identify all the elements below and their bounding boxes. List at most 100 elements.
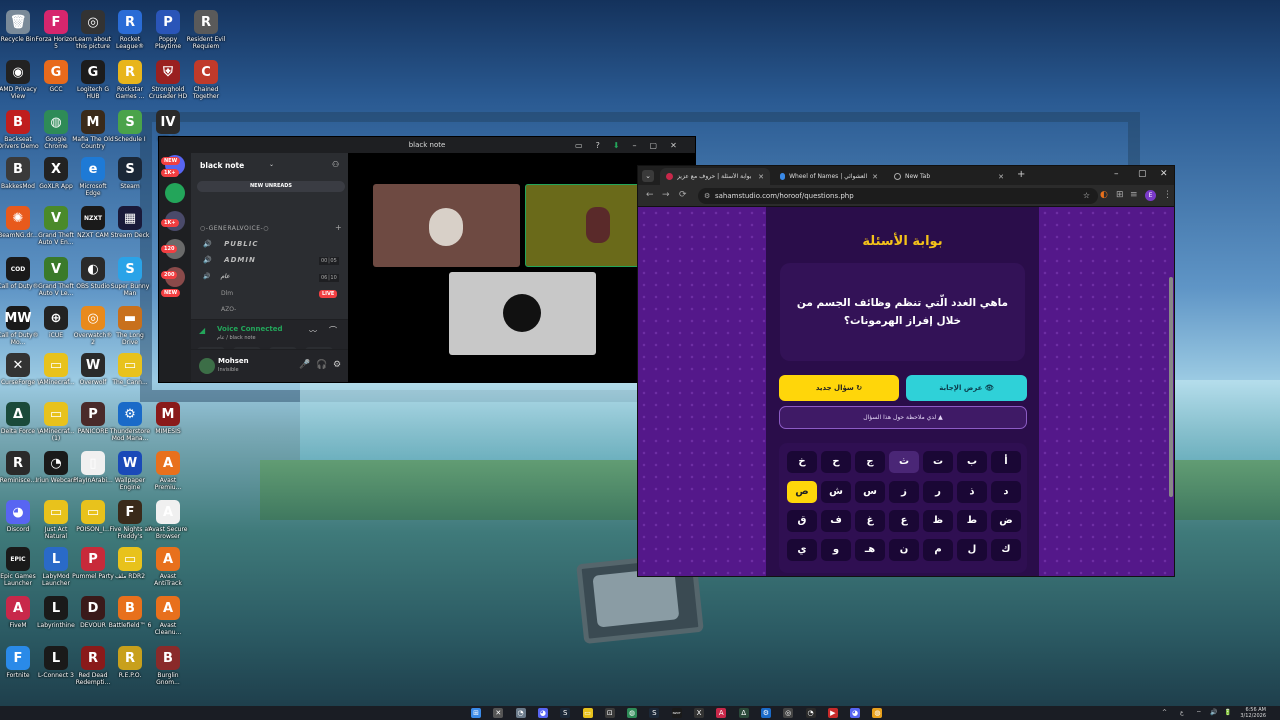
tab-new-tab[interactable]: New Tab ✕: [888, 168, 1010, 185]
taskbar-app-icon[interactable]: ⚙: [760, 708, 771, 718]
letter-key[interactable]: ت: [923, 451, 953, 473]
tab-wheel-of-names[interactable]: Wheel of Names | عجلة الاسم العشوائي ✕: [774, 168, 884, 185]
letter-key[interactable]: خ: [787, 451, 817, 473]
desktop-icon[interactable]: S Super Bunny Man: [111, 257, 149, 305]
desktop-icon[interactable]: F Five Nights at Freddy's: [109, 500, 151, 548]
desktop-icon[interactable]: B BakkesMod: [0, 157, 37, 205]
extensions-puzzle-icon[interactable]: ⊞: [1116, 190, 1124, 200]
desktop-icon[interactable]: A Avast Cleanu...: [149, 596, 187, 644]
desktop-icon[interactable]: EPIC Epic Games Launcher: [0, 547, 37, 595]
voice-user[interactable]: Dlm: [221, 290, 233, 297]
show-answer-button[interactable]: عرض الإجابة 👁: [906, 375, 1027, 401]
desktop-icon[interactable]: G Logitech G HUB: [74, 60, 112, 108]
taskbar-app-icon[interactable]: ◎: [783, 708, 794, 718]
taskbar-app-icon[interactable]: ◕: [537, 708, 548, 718]
letter-key[interactable]: ض: [991, 510, 1021, 532]
desktop-icon[interactable]: V Grand Theft Auto V Le...: [37, 257, 75, 305]
desktop-icon[interactable]: ◍ Google Chrome: [37, 110, 75, 158]
letter-key[interactable]: د: [991, 481, 1021, 503]
taskbar-app-icon[interactable]: S: [649, 708, 660, 718]
desktop-icon[interactable]: P Poppy Playtime: [149, 10, 187, 58]
voice-channel-path[interactable]: عام / black note: [217, 335, 256, 341]
new-question-button[interactable]: سؤال جديد ↻: [779, 375, 899, 401]
battery-icon[interactable]: 🔋: [1224, 709, 1231, 716]
browser-window[interactable]: ⌄ بوابة الأسئلة | حروف مع عزيز ✕ Wheel o…: [637, 165, 1175, 577]
desktop-icon[interactable]: 🗑 Recycle Bin: [0, 10, 37, 58]
keyboard-language-indicator[interactable]: ع: [1180, 709, 1184, 716]
username[interactable]: Mohsen: [218, 357, 249, 365]
desktop-icon[interactable]: ✕ CurseForge: [0, 353, 37, 401]
discord-window[interactable]: black note ▭ ? ⬇ – ▢ ✕ NEW 1K+ 1K+ 120 2…: [158, 136, 696, 383]
desktop-icon[interactable]: A Avast Secure Browser: [149, 500, 188, 548]
clock[interactable]: 6:56 AM 3/12/2026: [1240, 707, 1266, 719]
chevron-down-icon[interactable]: ⌄: [269, 161, 274, 168]
close-button[interactable]: ✕: [1160, 169, 1168, 179]
desktop-icon[interactable]: A Avast AntiTrack: [149, 547, 187, 595]
tray-overflow-icon[interactable]: ^: [1162, 709, 1167, 716]
letter-key[interactable]: ظ: [923, 510, 953, 532]
taskbar-app-icon[interactable]: A: [716, 708, 727, 718]
taskbar-app-icon[interactable]: ◍: [872, 708, 883, 718]
desktop-icon[interactable]: F Forza Horizon 5: [35, 10, 77, 58]
desktop-icon[interactable]: ▭ ملف RDR2: [111, 547, 149, 595]
desktop-icon[interactable]: S Steam: [111, 157, 149, 205]
download-icon[interactable]: ⬇: [613, 141, 620, 150]
new-unreads-button[interactable]: NEW UNREADS: [197, 181, 345, 192]
taskbar-app-icon[interactable]: ◕: [850, 708, 861, 718]
voice-status[interactable]: Voice Connected: [217, 325, 283, 333]
desktop-icon[interactable]: ▭ Just Act Natural: [37, 500, 75, 548]
desktop-icon[interactable]: ▯ PlayInArabi...: [73, 451, 113, 499]
sidebar-icon[interactable]: ≡: [1130, 190, 1138, 200]
avatar[interactable]: [199, 358, 215, 374]
letter-key[interactable]: ق: [787, 510, 817, 532]
desktop-icon[interactable]: ⚙ Thunderstore Mod Mana...: [110, 402, 150, 450]
taskbar-app-icon[interactable]: ▶: [827, 708, 838, 718]
desktop-icon[interactable]: R R.E.P.O.: [111, 646, 149, 694]
letter-key[interactable]: ث: [889, 451, 919, 473]
close-button[interactable]: ✕: [670, 141, 677, 150]
desktop-icon[interactable]: X GoXLR App: [37, 157, 75, 205]
desktop-icon[interactable]: C Chained Together: [187, 60, 225, 108]
help-icon[interactable]: ?: [596, 141, 600, 150]
desktop-icon[interactable]: ◕ Discord: [0, 500, 37, 548]
scrollbar[interactable]: [1169, 277, 1173, 497]
desktop-icon[interactable]: D DEVOUR: [74, 596, 112, 644]
desktop-icon[interactable]: ⛨ Stronghold Crusader HD: [149, 60, 187, 108]
letter-key[interactable]: ع: [889, 510, 919, 532]
desktop-icon[interactable]: G GCC: [37, 60, 75, 108]
taskbar-app-icon[interactable]: ▭: [582, 708, 593, 718]
desktop-icon[interactable]: W Overwolf: [74, 353, 112, 401]
tab-questions[interactable]: بوابة الأسئلة | حروف مع عزيز ✕: [660, 168, 770, 185]
taskbar-app-icon[interactable]: ◔: [515, 708, 526, 718]
letter-key[interactable]: أ: [991, 451, 1021, 473]
forward-arrow-icon[interactable]: →: [662, 190, 670, 200]
desktop-icon[interactable]: R Red Dead Redempti...: [74, 646, 112, 694]
video-tile-speaking[interactable]: [525, 184, 643, 267]
desktop-icon[interactable]: L Labyrinthine: [37, 596, 75, 644]
noise-suppression-icon[interactable]: 〰: [309, 326, 317, 337]
network-icon[interactable]: ⌔: [1196, 709, 1202, 717]
desktop-icon[interactable]: ◐ OBS Studio: [74, 257, 112, 305]
desktop-icon[interactable]: A FiveM: [0, 596, 37, 644]
letter-key[interactable]: ج: [855, 451, 885, 473]
settings-gear-icon[interactable]: ⚙: [333, 360, 341, 370]
maximize-button[interactable]: ▢: [650, 141, 658, 150]
desktop-icon[interactable]: ▦ Stream Deck: [111, 206, 149, 254]
desktop-icon[interactable]: ⊕ iCUE: [37, 306, 75, 354]
desktop-icon[interactable]: W Wallpaper Engine: [111, 451, 149, 499]
letter-key[interactable]: ن: [889, 539, 919, 561]
channel-category[interactable]: ○-GENERALVOICE-○: [200, 225, 269, 232]
new-tab-button[interactable]: +: [1017, 169, 1025, 180]
minimize-button[interactable]: –: [1114, 169, 1119, 179]
letter-key[interactable]: ل: [957, 539, 987, 561]
letter-key[interactable]: ر: [923, 481, 953, 503]
channel-public[interactable]: 🔊 PUBLIC: [203, 240, 259, 248]
letter-key[interactable]: هـ: [855, 539, 885, 561]
server-name[interactable]: black note: [200, 161, 244, 170]
maximize-button[interactable]: ▢: [1138, 169, 1147, 179]
desktop-icon[interactable]: e Microsoft Edge: [74, 157, 112, 205]
menu-kebab-icon[interactable]: ⋮: [1163, 190, 1172, 200]
desktop-icon[interactable]: ▬ The Long Drive: [111, 306, 149, 354]
desktop-icon[interactable]: A Avast Premiu...: [149, 451, 187, 499]
tab-search-icon[interactable]: ⌄: [642, 170, 654, 182]
